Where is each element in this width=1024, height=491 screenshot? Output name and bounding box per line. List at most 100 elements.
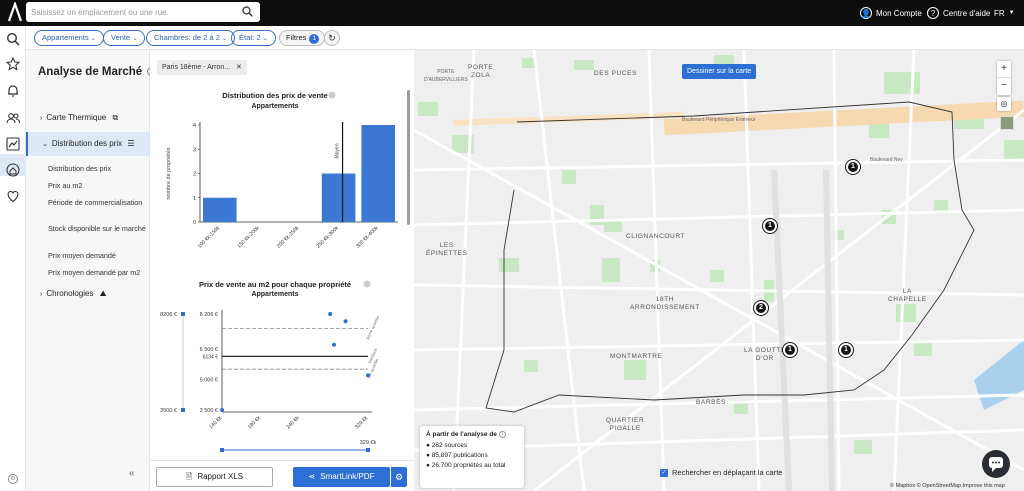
map-cluster[interactable]: 1 (846, 160, 860, 174)
draw-on-map-button[interactable]: Dessiner sur la carte (682, 64, 757, 79)
user-icon: 👤 (860, 7, 872, 19)
y-tick-label: 1 (193, 196, 196, 202)
analytics-icon[interactable] (6, 137, 20, 151)
coins-icon: ☰ (127, 139, 135, 148)
bar (203, 197, 237, 222)
chart-subtitle: Appartements (251, 103, 298, 110)
chevron-down-icon: ▼ (1008, 10, 1015, 16)
x-tick-label: 300 €k-400k (355, 225, 380, 250)
y-tick-label: 3 500 € (200, 408, 218, 414)
map-label: QUARTIER PIGALLE (606, 417, 645, 432)
search-on-move-toggle[interactable]: ✓ Rechercher en déplaçant la carte (660, 468, 782, 478)
y-tick-label: 5 000 € (200, 377, 218, 383)
quartile-line-label: 3ème quartile (365, 314, 381, 340)
close-icon[interactable]: ✕ (236, 64, 242, 71)
map-cluster[interactable]: 2 (754, 301, 768, 315)
home-valuation-icon[interactable] (6, 163, 20, 177)
zoom-in-button[interactable]: + (997, 61, 1011, 78)
map-attribution[interactable]: © Mapbox © OpenStreetMap Improve this ma… (890, 483, 1005, 489)
map-label: CLIGNANCOURT (626, 233, 686, 240)
settings-icon[interactable]: ⚙ (8, 474, 18, 484)
refresh-icon: ↻ (328, 33, 336, 43)
subitem-avg-asking-price[interactable]: Prix moyen demandé (48, 251, 148, 261)
reset-filters-button[interactable]: ↻ (324, 30, 340, 46)
language-selector[interactable]: FR ▼ (994, 0, 1015, 26)
document-icon: 🗎 (185, 472, 193, 481)
chevron-right-icon: › (40, 291, 43, 298)
sidebar-item-price-distribution[interactable]: ⌄ Distribution des prix ☰ (26, 132, 150, 156)
map-view[interactable]: PORTE D'AUBERVILLIERS PORTE ZOLA DES PUCES… (414, 50, 1024, 491)
subitem-marketing-period[interactable]: Période de commercialisation (48, 198, 148, 208)
subitem-price-per-m2[interactable]: Prix au m2 (48, 181, 148, 191)
area-tag[interactable]: Paris 18ème - Arron... ✕ (157, 60, 247, 75)
location-search-input[interactable] (31, 3, 236, 22)
map-cluster[interactable]: 1 (763, 219, 777, 233)
y-tick-label: 8 206 € (200, 312, 218, 318)
map-label: 18TH ARRONDISSEMENT (630, 296, 700, 311)
subitem-price-distribution[interactable]: Distribution des prix (48, 164, 148, 174)
help-icon: ? (927, 7, 939, 19)
map-label: LES ÉPINETTES (426, 242, 468, 257)
scrollbar[interactable] (407, 90, 410, 225)
bar (321, 173, 356, 222)
x-tick-label: 190 €k (247, 415, 263, 431)
filter-property-type[interactable]: Appartements ⌄ (34, 30, 104, 46)
chevron-down-icon: ⌄ (90, 36, 96, 42)
gear-icon: ⚙ (394, 472, 404, 482)
x-tick-label: 240 €k (285, 415, 301, 431)
account-label: Mon Compte (876, 8, 922, 18)
left-icon-nav (0, 26, 26, 491)
satellite-toggle[interactable] (1000, 116, 1014, 130)
subitem-avg-asking-price-m2[interactable]: Prix moyen demandé par m2 (48, 268, 148, 278)
heart-home-icon[interactable] (6, 189, 20, 203)
chevron-down-icon: ⌄ (262, 36, 268, 42)
map-cluster[interactable]: 1 (783, 343, 797, 357)
help-center-link[interactable]: ? Centre d'aide (927, 0, 990, 26)
account-menu[interactable]: 👤 Mon Compte (860, 0, 922, 26)
map-label: MONTMARTRE (610, 353, 663, 360)
filter-transaction[interactable]: Vente ⌄ (103, 30, 146, 46)
top-bar: 👤 Mon Compte ? Centre d'aide FR ▼ (0, 0, 1024, 26)
filter-condition[interactable]: État: 2 ⌄ (231, 30, 276, 46)
chevron-down-icon: ⌄ (221, 36, 227, 42)
y-axis-label: nombre de propriétés (166, 147, 172, 200)
sidebar-item-heatmap[interactable]: › Carte Thermique ⧉ (40, 113, 118, 123)
subitem-market-stock[interactable]: Stock disponible sur le marché (48, 224, 148, 234)
info-icon (328, 91, 336, 99)
market-analysis-sidebar: Analyse de Marché i ›Carte Thermique ⧉ ⌄… (26, 50, 157, 491)
map-label: LA CHAPELLE (888, 288, 927, 303)
collapse-sidebar-icon[interactable]: « (129, 468, 135, 479)
smartlink-pdf-button[interactable]: ⋖ SmartLink/PDF (293, 467, 390, 487)
y-tick-label: 0 (193, 220, 196, 226)
map-label: BARBÈS (696, 399, 726, 406)
zoom-out-button[interactable]: − (997, 78, 1011, 94)
map-cluster[interactable]: 1 (839, 343, 853, 357)
bell-icon[interactable] (6, 84, 20, 98)
chat-button[interactable] (982, 450, 1010, 478)
search-icon[interactable] (242, 6, 253, 17)
filter-bedrooms[interactable]: Chambres: de 2 à 2 ⌄ (146, 30, 235, 46)
app-logo-icon[interactable] (7, 2, 23, 22)
y-range-max-label: 8206 € (160, 312, 177, 318)
checkbox-icon: ✓ (660, 469, 668, 478)
map-label: DES PUCES (594, 70, 637, 77)
filters-button[interactable]: Filtres 1 (279, 30, 326, 46)
data-point (366, 373, 370, 378)
map-label: Boulevard Périphérique Extérieur (682, 117, 756, 123)
y-tick-label: 2 (193, 172, 196, 178)
locate-me-button[interactable]: ◎ (997, 97, 1011, 111)
map-icon: ⧉ (112, 113, 119, 122)
star-icon[interactable] (6, 57, 20, 71)
rail-lines (771, 169, 835, 491)
search-icon[interactable] (6, 32, 20, 46)
export-xls-button[interactable]: 🗎 Rapport XLS (156, 467, 273, 487)
export-settings-button[interactable]: ⚙ (390, 467, 407, 487)
data-point (343, 319, 348, 324)
chevron-down-icon: ⌄ (132, 36, 138, 42)
data-point (332, 342, 337, 347)
users-icon[interactable] (6, 111, 20, 125)
sidebar-item-timelines[interactable]: › Chronologies ⛰ (40, 289, 106, 299)
info-icon[interactable]: i (498, 431, 506, 438)
chart-subtitle: Appartements (251, 291, 298, 298)
filter-bar: Appartements ⌄ Vente ⌄ Chambres: de 2 à 2 ⌄… (26, 26, 1024, 50)
